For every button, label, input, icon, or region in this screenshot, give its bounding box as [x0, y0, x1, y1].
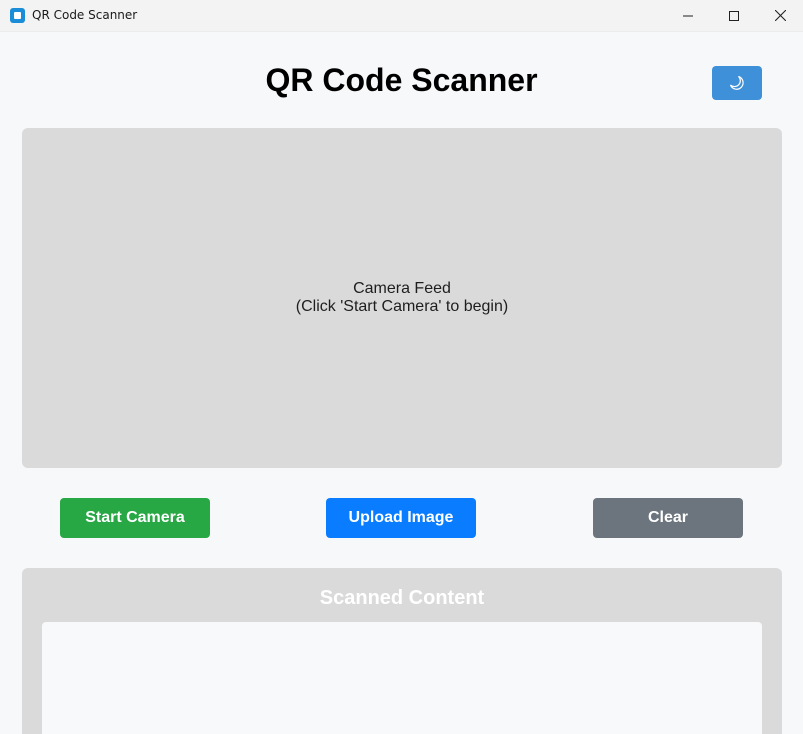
results-panel: Scanned Content — [22, 568, 782, 734]
start-camera-button[interactable]: Start Camera — [60, 498, 210, 538]
camera-feed-label: Camera Feed — [353, 280, 451, 297]
camera-feed: Camera Feed (Click 'Start Camera' to beg… — [22, 128, 782, 468]
title-bar[interactable]: QR Code Scanner — [0, 0, 803, 32]
maximize-icon — [729, 10, 739, 21]
app-window: QR Code Scanner QR Code Scanner Camera F… — [0, 0, 803, 734]
app-icon — [10, 8, 25, 23]
minimize-button[interactable] — [665, 0, 711, 31]
moon-icon — [729, 75, 744, 90]
window-title: QR Code Scanner — [32, 8, 138, 22]
minimize-icon — [683, 15, 693, 16]
clear-button[interactable]: Clear — [593, 498, 743, 538]
page-title: QR Code Scanner — [265, 62, 538, 98]
theme-toggle-button[interactable] — [712, 66, 762, 100]
upload-image-button[interactable]: Upload Image — [326, 498, 476, 538]
scanned-content-output[interactable] — [42, 622, 762, 734]
results-title: Scanned Content — [319, 587, 485, 609]
close-button[interactable] — [757, 0, 803, 31]
close-icon — [774, 10, 786, 21]
maximize-button[interactable] — [711, 0, 757, 31]
camera-feed-hint: (Click 'Start Camera' to begin) — [295, 298, 509, 315]
